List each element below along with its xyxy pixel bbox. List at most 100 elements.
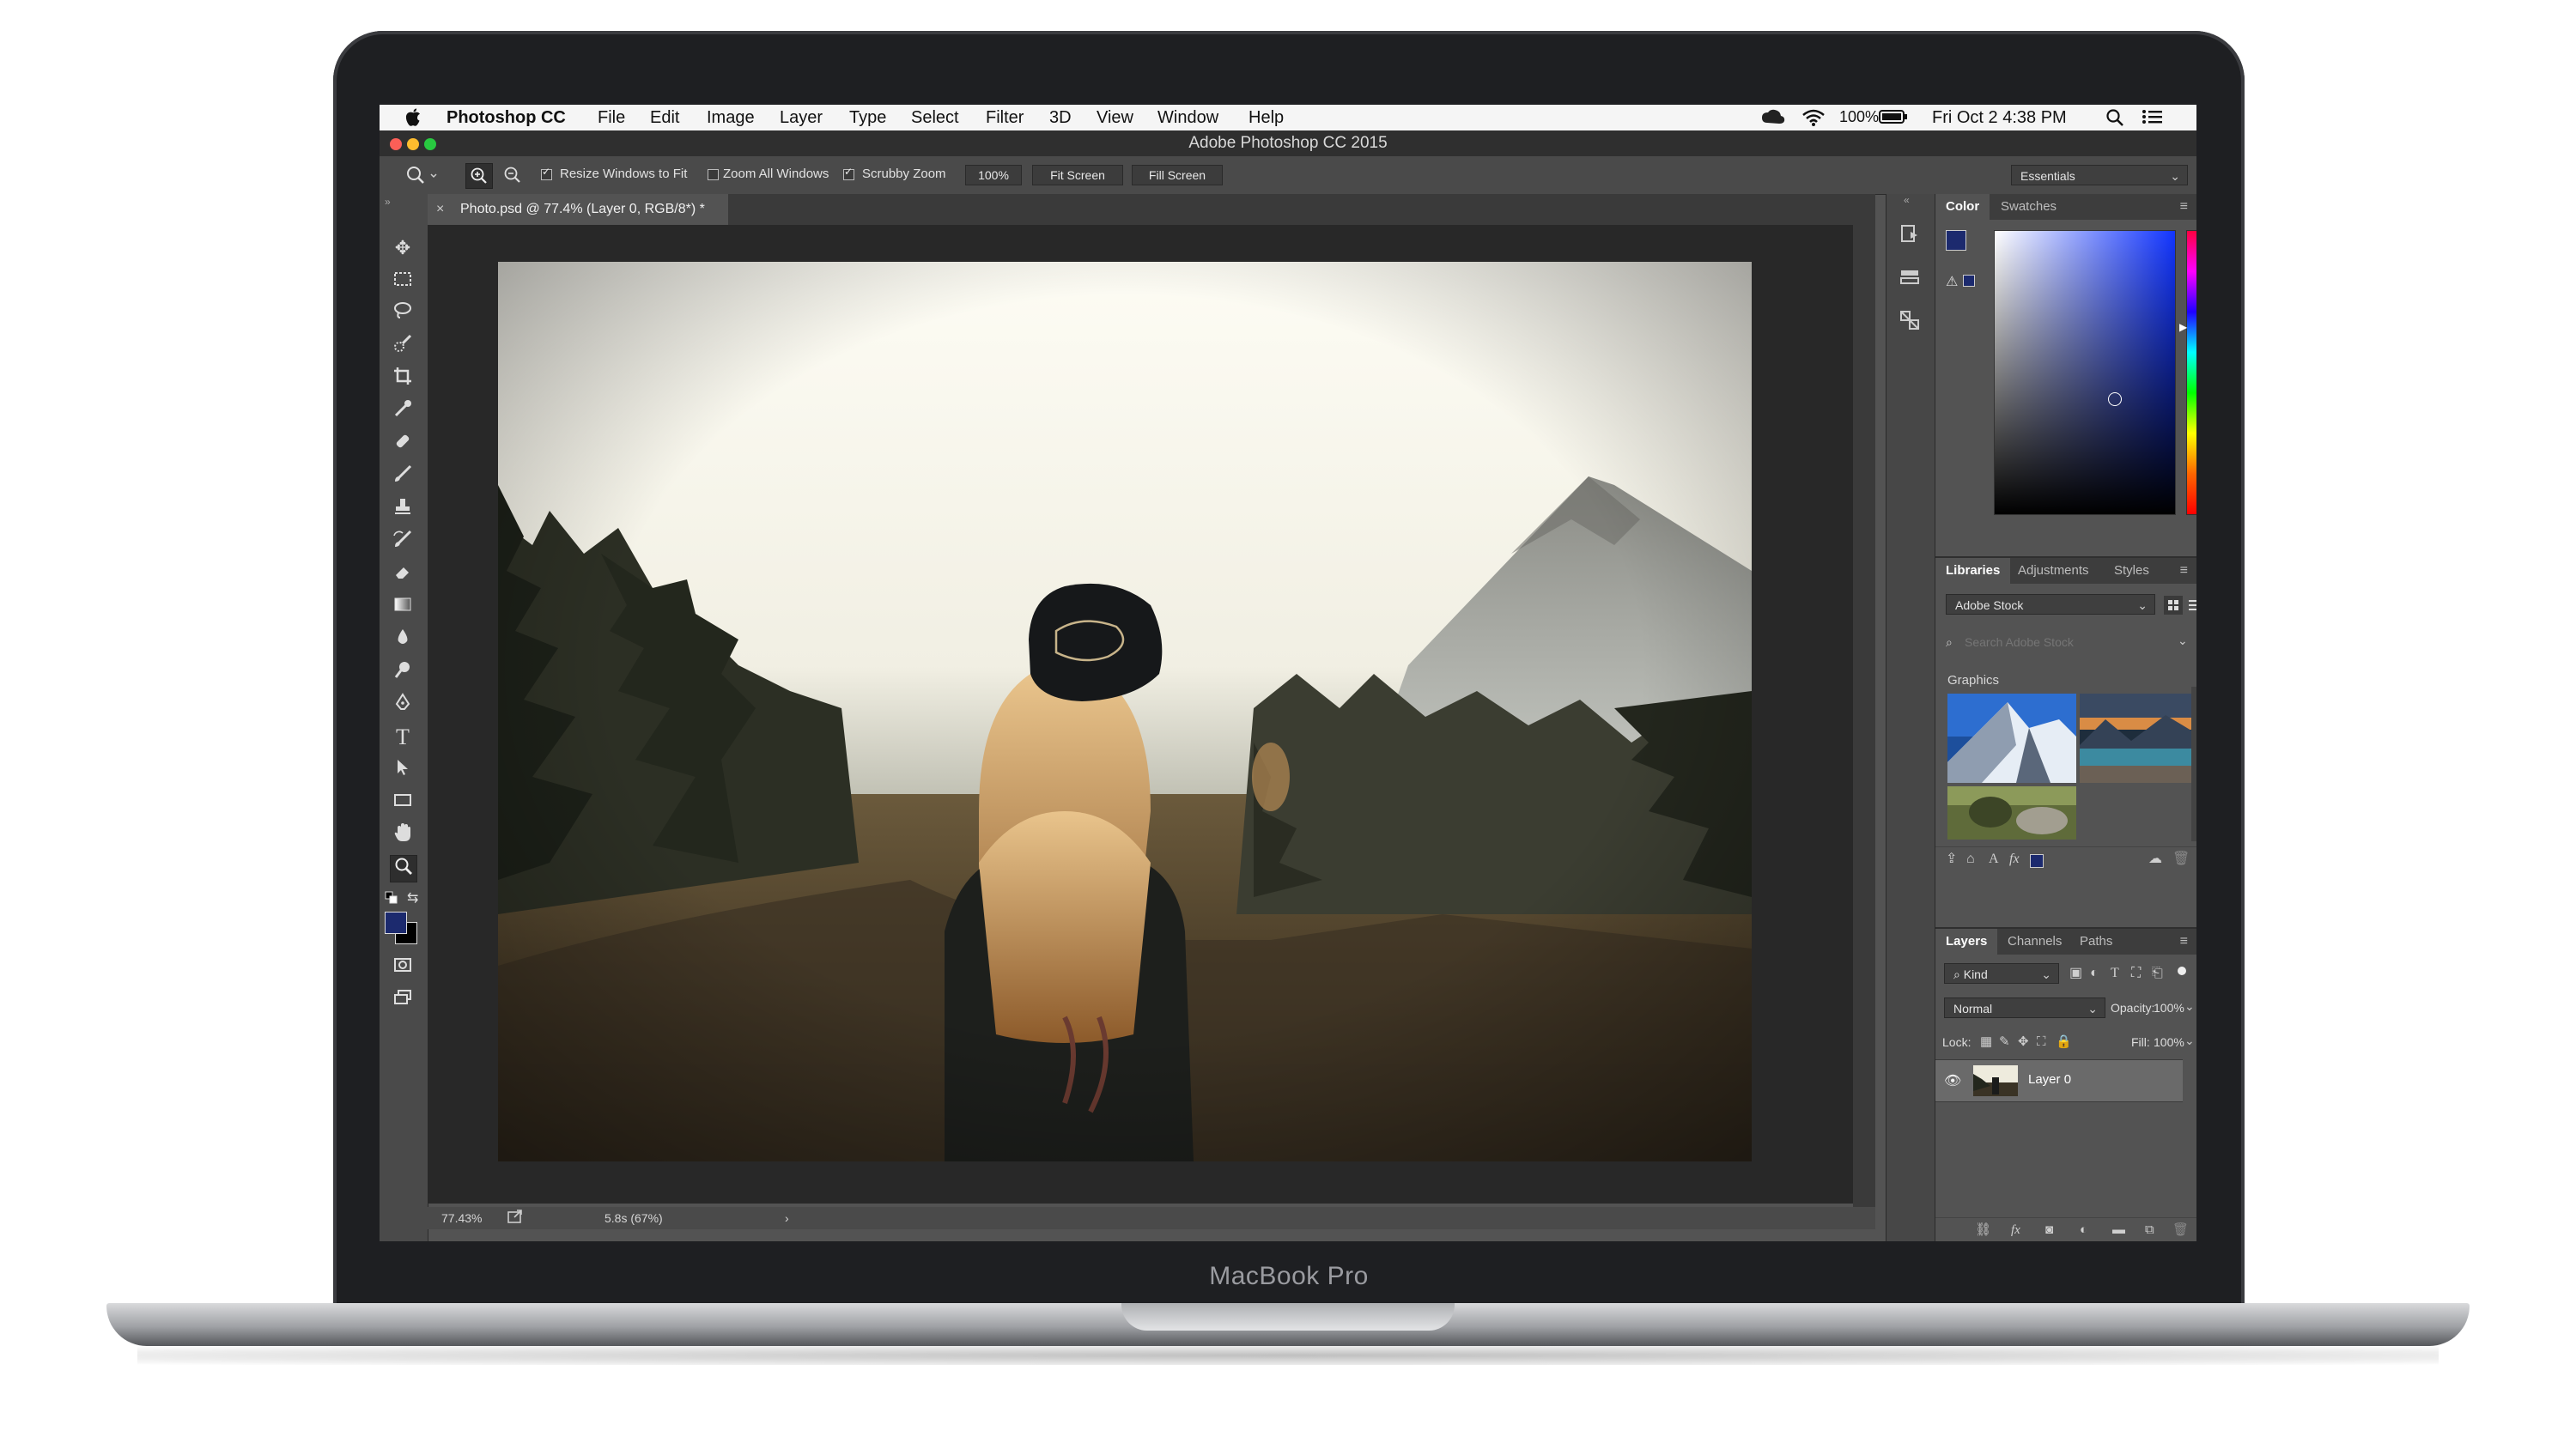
zoom-all-windows-checkbox[interactable]	[708, 169, 719, 180]
menu-edit[interactable]: Edit	[650, 108, 679, 128]
search-chevron-down-icon[interactable]: ⌄	[2178, 634, 2188, 648]
add-paint-icon[interactable]: ⌂	[1966, 851, 1975, 868]
add-layer-mask-icon[interactable]: ◙	[2045, 1222, 2053, 1239]
color-field[interactable]	[1994, 230, 2176, 515]
lock-artboard-icon[interactable]: ⛶	[2037, 1034, 2046, 1051]
brush-tool-icon[interactable]	[390, 464, 416, 489]
search-adobe-stock-input[interactable]	[1963, 632, 2190, 652]
color-picker-cursor[interactable]	[2108, 392, 2122, 406]
layer-row[interactable]: 👁 Layer 0	[1935, 1059, 2183, 1102]
crop-tool-icon[interactable]	[390, 366, 416, 391]
menu-app-name[interactable]: Photoshop CC	[447, 108, 566, 128]
path-selection-tool-icon[interactable]	[390, 757, 416, 783]
tab-paths[interactable]: Paths	[2069, 929, 2123, 955]
layer-filter-kind[interactable]: ⌕ Kind ⌄	[1944, 963, 2059, 984]
filter-shape-layers-icon[interactable]: ⛶	[2131, 965, 2141, 982]
pen-tool-icon[interactable]	[390, 692, 416, 718]
graphic-thumbnail-forest[interactable]	[1947, 786, 2076, 840]
zoom-tool-icon[interactable]	[390, 855, 417, 882]
menu-type[interactable]: Type	[849, 108, 886, 128]
close-window-button[interactable]	[390, 138, 402, 150]
zoom-100-button[interactable]: 100%	[965, 165, 1022, 185]
history-panel-icon[interactable]	[1899, 223, 1921, 249]
libraries-scrollbar[interactable]	[2191, 687, 2196, 841]
tab-layers[interactable]: Layers	[1935, 929, 1998, 955]
fill-value[interactable]: 100%	[2154, 1035, 2184, 1049]
tab-channels[interactable]: Channels	[1997, 929, 2072, 955]
status-menu-arrow-icon[interactable]: ›	[785, 1207, 789, 1229]
upload-icon[interactable]: ⇪	[1946, 851, 1957, 868]
blend-mode-select[interactable]: Normal ⌄	[1944, 997, 2105, 1018]
tab-swatches[interactable]: Swatches	[1990, 194, 2067, 220]
resize-windows-checkbox[interactable]	[541, 166, 552, 180]
add-color-swatch[interactable]	[2030, 854, 2044, 868]
notification-center-icon[interactable]	[2142, 108, 2164, 130]
wifi-icon[interactable]	[1801, 108, 1826, 132]
close-document-icon[interactable]: ×	[436, 194, 444, 225]
filter-pixel-layers-icon[interactable]: ▣	[2069, 965, 2082, 982]
clone-stamp-tool-icon[interactable]	[390, 496, 416, 522]
quick-selection-tool-icon[interactable]	[390, 333, 416, 359]
creative-cloud-sync-icon[interactable]: ☁	[2148, 851, 2162, 868]
document-tab[interactable]: × Photo.psd @ 77.4% (Layer 0, RGB/8*) *	[428, 194, 728, 225]
menu-view[interactable]: View	[1097, 108, 1133, 128]
share-icon[interactable]	[507, 1209, 524, 1231]
menu-select[interactable]: Select	[911, 108, 959, 128]
minimize-window-button[interactable]	[407, 138, 419, 150]
properties-panel-icon[interactable]	[1899, 266, 1921, 292]
color-panel-foreground-swatch[interactable]	[1946, 230, 1966, 251]
menu-window[interactable]: Window	[1157, 108, 1218, 128]
healing-brush-tool-icon[interactable]	[390, 431, 416, 457]
rectangle-tool-icon[interactable]	[390, 790, 416, 816]
menu-filter[interactable]: Filter	[986, 108, 1024, 128]
new-group-icon[interactable]: ▬	[2112, 1222, 2125, 1239]
menubar-clock[interactable]: Fri Oct 2 4:38 PM	[1932, 108, 2067, 128]
tab-libraries[interactable]: Libraries	[1935, 558, 2011, 584]
tab-adjustments[interactable]: Adjustments	[2008, 558, 2099, 584]
menu-image[interactable]: Image	[707, 108, 755, 128]
foreground-color-swatch-top[interactable]	[385, 912, 407, 934]
out-of-gamut-warning-icon[interactable]: ⚠	[1946, 273, 1958, 290]
add-layer-style-icon[interactable]: fx	[2011, 1222, 2020, 1239]
fill-chevron-down-icon[interactable]: ⌄	[2184, 1034, 2195, 1048]
layer-name[interactable]: Layer 0	[2028, 1072, 2071, 1087]
opacity-chevron-down-icon[interactable]: ⌄	[2184, 999, 2195, 1014]
lock-transparent-pixels-icon[interactable]: ▦	[1980, 1034, 1992, 1051]
workspace-switcher[interactable]: Essentials ⌄	[2011, 165, 2188, 185]
collapse-strip-icon[interactable]: «	[1904, 194, 1910, 206]
scrubby-zoom-checkbox[interactable]	[843, 166, 854, 180]
tab-styles[interactable]: Styles	[2104, 558, 2160, 584]
hue-slider[interactable]	[2186, 230, 2196, 515]
canvas-area[interactable]	[428, 225, 1853, 1204]
new-adjustment-layer-icon[interactable]: ◐	[2080, 1222, 2087, 1239]
zoom-window-button[interactable]	[424, 138, 436, 150]
swap-colors-icon[interactable]: ⇆	[407, 889, 418, 907]
document-photo[interactable]	[498, 262, 1752, 1161]
screen-mode-icon[interactable]	[390, 987, 416, 1013]
expand-panel-icon[interactable]: »	[385, 196, 391, 208]
filter-toggle-icon[interactable]	[2178, 967, 2186, 975]
fit-screen-button[interactable]: Fit Screen	[1032, 165, 1123, 185]
filter-type-layers-icon[interactable]: T	[2111, 965, 2119, 982]
quick-mask-icon[interactable]	[390, 955, 416, 980]
paragraph-styles-icon[interactable]	[1899, 309, 1921, 335]
zoom-tool-preset-icon[interactable]	[405, 165, 440, 189]
graphic-thumbnail-lake[interactable]	[2080, 694, 2196, 783]
creative-cloud-icon[interactable]	[1760, 108, 1786, 132]
spotlight-icon[interactable]	[2105, 108, 2124, 132]
add-character-style-icon[interactable]: A	[1989, 851, 1999, 868]
default-colors-icon[interactable]	[385, 891, 398, 909]
hand-tool-icon[interactable]	[390, 822, 416, 848]
status-zoom-level[interactable]: 77.43%	[441, 1207, 482, 1229]
menu-layer[interactable]: Layer	[780, 108, 823, 128]
delete-layer-icon[interactable]: 🗑	[2172, 1222, 2189, 1239]
layer-visibility-eye-icon[interactable]: 👁	[1944, 1072, 1961, 1089]
list-view-icon[interactable]	[2186, 596, 2196, 618]
add-layer-style-icon[interactable]: fx	[2009, 851, 2020, 868]
battery-icon[interactable]	[1879, 108, 1908, 130]
history-brush-tool-icon[interactable]	[390, 529, 416, 555]
graphic-thumbnail-mountain[interactable]	[1947, 694, 2076, 783]
blur-tool-icon[interactable]	[390, 627, 416, 652]
zoom-out-icon[interactable]	[500, 163, 526, 187]
dodge-tool-icon[interactable]	[390, 659, 416, 685]
